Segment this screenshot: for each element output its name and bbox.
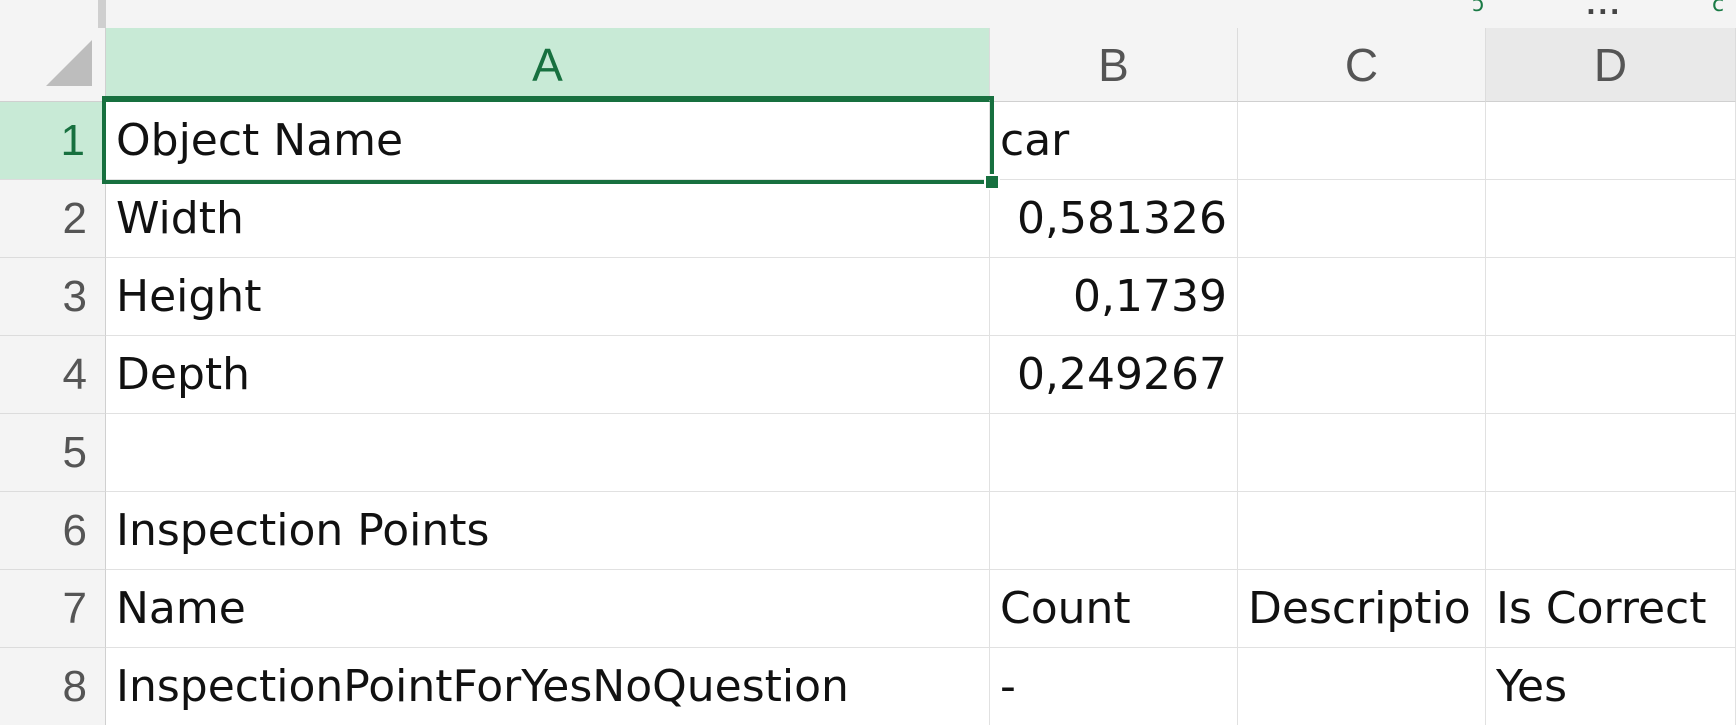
cell-c7[interactable]: Descriptio	[1238, 570, 1486, 648]
row-header-8[interactable]: 8	[0, 648, 106, 725]
cell-b8[interactable]: -	[990, 648, 1238, 725]
cell-c2[interactable]	[1238, 180, 1486, 258]
column-header-b[interactable]: B	[990, 28, 1238, 102]
column-header-d[interactable]: D	[1486, 28, 1736, 102]
cell-a1[interactable]: Object Name	[106, 102, 990, 180]
cell-a3[interactable]: Height	[106, 258, 990, 336]
column-header-a[interactable]: A	[106, 28, 990, 102]
cell-c6[interactable]	[1238, 492, 1486, 570]
fill-handle[interactable]	[984, 174, 1000, 190]
toolbar-strip: ↄ ... c	[0, 0, 1736, 28]
cell-d4[interactable]	[1486, 336, 1736, 414]
cell-b2[interactable]: 0,581326	[990, 180, 1238, 258]
cell-c5[interactable]	[1238, 414, 1486, 492]
cell-d7[interactable]: Is Correct	[1486, 570, 1736, 648]
cell-a7[interactable]: Name	[106, 570, 990, 648]
cell-d8[interactable]: Yes	[1486, 648, 1736, 725]
row-header-3[interactable]: 3	[0, 258, 106, 336]
cell-b5[interactable]	[990, 414, 1238, 492]
cell-a2[interactable]: Width	[106, 180, 990, 258]
row-header-2[interactable]: 2	[0, 180, 106, 258]
row-header-6[interactable]: 6	[0, 492, 106, 570]
cell-b1[interactable]: car	[990, 102, 1238, 180]
cell-b4[interactable]: 0,249267	[990, 336, 1238, 414]
cell-d5[interactable]	[1486, 414, 1736, 492]
cell-b7[interactable]: Count	[990, 570, 1238, 648]
cell-b3[interactable]: 0,1739	[990, 258, 1238, 336]
cell-b6[interactable]	[990, 492, 1238, 570]
cell-a6[interactable]: Inspection Points	[106, 492, 990, 570]
select-all-triangle-icon	[46, 40, 92, 86]
cell-d1[interactable]	[1486, 102, 1736, 180]
column-header-c[interactable]: C	[1238, 28, 1486, 102]
cell-a8[interactable]: InspectionPointForYesNoQuestion	[106, 648, 990, 725]
cell-a4[interactable]: Depth	[106, 336, 990, 414]
row-header-4[interactable]: 4	[0, 336, 106, 414]
spreadsheet-grid: ↄ ... c A B C D 1 2 3 4 5 6 7 8 Object N…	[0, 0, 1736, 725]
cell-d6[interactable]	[1486, 492, 1736, 570]
cell-c1[interactable]	[1238, 102, 1486, 180]
cell-c8[interactable]	[1238, 648, 1486, 725]
green-action-icon[interactable]: ↄ	[1472, 0, 1484, 16]
select-all-button[interactable]	[0, 28, 106, 102]
row-header-1[interactable]: 1	[0, 102, 106, 180]
row-header-7[interactable]: 7	[0, 570, 106, 648]
cell-c4[interactable]	[1238, 336, 1486, 414]
cell-d3[interactable]	[1486, 258, 1736, 336]
row-header-5[interactable]: 5	[0, 414, 106, 492]
cell-d2[interactable]	[1486, 180, 1736, 258]
green-action-icon-2[interactable]: c	[1712, 0, 1724, 16]
more-options-icon[interactable]: ...	[1586, 0, 1632, 19]
pane-divider[interactable]	[98, 0, 106, 28]
cell-a5[interactable]	[106, 414, 990, 492]
cell-c3[interactable]	[1238, 258, 1486, 336]
